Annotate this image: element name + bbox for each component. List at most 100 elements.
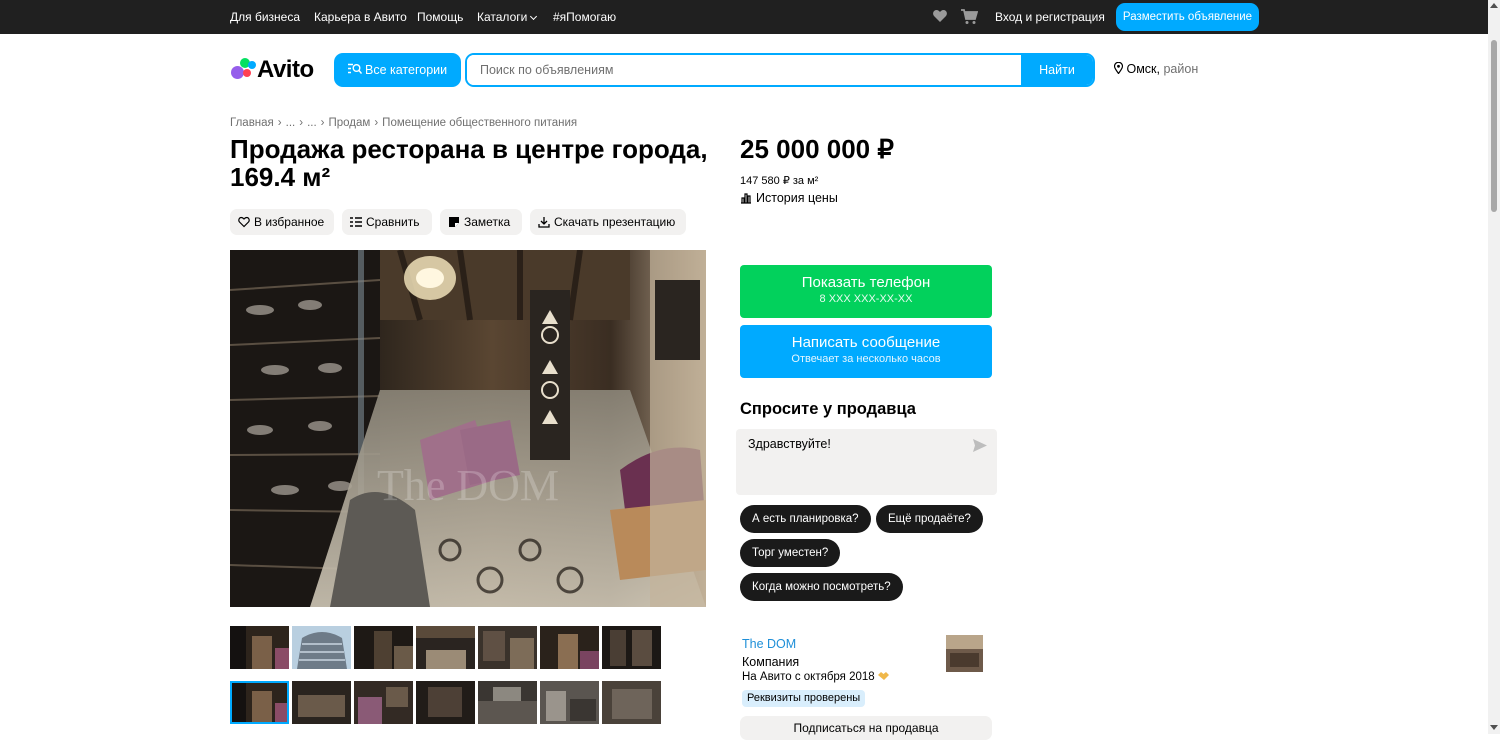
thumbnail-image	[354, 626, 413, 669]
quick-question-chip[interactable]: Когда можно посмотреть?	[740, 573, 903, 601]
seller-avatar-image	[946, 635, 983, 672]
thumbnail-image	[478, 681, 537, 724]
breadcrumb-item[interactable]: ...	[307, 117, 317, 129]
thumbnail-image	[292, 681, 351, 724]
thumbnail-image	[540, 626, 599, 669]
thumbnail[interactable]	[602, 681, 661, 724]
price-per-m2: 147 580 ₽ за м²	[740, 175, 819, 187]
thumbnail[interactable]	[416, 626, 475, 669]
thumbnail-image	[292, 626, 351, 669]
city-label: Омск,	[1126, 62, 1160, 76]
thumbnail-image	[416, 626, 475, 669]
location-selector[interactable]: Омск, район	[1113, 61, 1199, 76]
price: 25 000 000 ₽	[740, 134, 894, 164]
write-message-label: Написать сообщение	[791, 334, 941, 351]
thumbnail[interactable]	[230, 626, 289, 669]
download-icon	[538, 217, 550, 228]
thumbnail-image	[416, 681, 475, 724]
thumbnail-image	[602, 626, 661, 669]
location-pin-icon	[1113, 61, 1124, 75]
thumbnail-image	[602, 681, 661, 724]
thumbnail[interactable]	[354, 681, 413, 724]
breadcrumb: Главная ›... ›... › Продам › Помещение обществ…	[230, 117, 578, 129]
breadcrumb-item[interactable]: Главная	[230, 117, 274, 129]
scrollbar-thumb[interactable]	[1491, 40, 1497, 212]
seller-since: На Авито с октября 2018	[742, 671, 889, 683]
thumbnail[interactable]	[292, 626, 351, 669]
favorite-button[interactable]: В избранное	[230, 209, 334, 235]
compare-label: Сравнить	[366, 215, 420, 229]
download-presentation-button[interactable]: Скачать презентацию	[530, 209, 686, 235]
breadcrumb-item[interactable]: Продам	[329, 117, 371, 129]
photo-watermark: The DOM	[377, 461, 559, 510]
heart-outline-icon	[238, 216, 250, 228]
catalogs-label: Каталоги	[477, 10, 528, 24]
show-phone-label: Показать телефон	[801, 274, 931, 291]
seller-avatar[interactable]	[946, 635, 983, 672]
compare-button[interactable]: Сравнить	[342, 209, 432, 235]
seller-type: Компания	[742, 655, 800, 669]
thumbnail-active[interactable]	[230, 681, 289, 724]
thumbnail[interactable]	[292, 681, 351, 724]
tag-link[interactable]: #яПомогаю	[553, 10, 616, 24]
chevron-down-icon	[530, 12, 538, 21]
quick-question-chip[interactable]: Ещё продаёте?	[876, 505, 983, 533]
career-link[interactable]: Карьера в Авито	[314, 10, 407, 24]
thumbnail[interactable]	[478, 681, 537, 724]
quick-question-chip[interactable]: Торг уместен?	[740, 539, 841, 567]
phone-mask: 8 XXX XXX-XX-XX	[819, 293, 913, 305]
search-input[interactable]	[467, 55, 1023, 85]
cart-icon[interactable]	[960, 8, 978, 25]
find-button[interactable]: Найти	[1021, 55, 1093, 85]
ask-seller-input[interactable]: Здравствуйте!	[736, 429, 997, 495]
thumbnail[interactable]	[540, 681, 599, 724]
title-line-1: Продажа ресторана в центре города,	[230, 134, 708, 164]
catalogs-menu[interactable]: Каталоги	[477, 10, 538, 24]
title-line-2: 169.4 м²	[230, 162, 331, 192]
logo-text: Avito	[257, 56, 314, 83]
note-button[interactable]: Заметка	[440, 209, 522, 235]
write-message-button[interactable]: Написать сообщение Отвечает за несколько…	[740, 325, 992, 378]
price-history-link[interactable]: История цены	[740, 191, 838, 205]
note-icon	[449, 217, 459, 227]
breadcrumb-item[interactable]: Помещение общественного питания	[382, 117, 577, 129]
handshake-icon	[877, 672, 889, 680]
thumbnail[interactable]	[478, 626, 537, 669]
seller-name-link[interactable]: The DOM	[742, 637, 796, 651]
restaurant-photo-image: The DOM	[230, 250, 706, 607]
seller-since-text: На Авито с октября 2018	[742, 671, 875, 683]
thumbnail[interactable]	[354, 626, 413, 669]
breadcrumb-item[interactable]: ...	[286, 117, 296, 129]
send-icon[interactable]	[973, 439, 987, 452]
thumbnail-image	[230, 626, 289, 669]
note-label: Заметка	[464, 215, 511, 229]
all-categories-button[interactable]: Все категории	[334, 53, 461, 87]
logo-dots-icon	[230, 56, 256, 82]
business-link[interactable]: Для бизнеса	[230, 10, 300, 24]
verified-badge: Реквизиты проверены	[742, 690, 866, 707]
help-link[interactable]: Помощь	[417, 10, 463, 24]
subscribe-seller-button[interactable]: Подписаться на продавца	[740, 716, 992, 740]
top-bar: Для бизнеса Карьера в Авито Помощь Катал…	[0, 0, 1488, 34]
all-categories-label: Все категории	[365, 63, 448, 77]
login-link[interactable]: Вход и регистрация	[995, 10, 1105, 24]
main-photo[interactable]: The DOM	[230, 250, 706, 607]
download-label: Скачать презентацию	[554, 215, 676, 229]
response-time: Отвечает за несколько часов	[791, 353, 941, 365]
post-ad-button[interactable]: Разместить объявление	[1116, 3, 1259, 31]
compare-icon	[350, 217, 362, 227]
scroll-down-arrow[interactable]	[1490, 725, 1498, 730]
chart-icon	[741, 193, 751, 204]
thumbnail[interactable]	[416, 681, 475, 724]
heart-icon[interactable]	[932, 8, 948, 24]
thumbnail[interactable]	[602, 626, 661, 669]
show-phone-button[interactable]: Показать телефон 8 XXX XXX-XX-XX	[740, 265, 992, 318]
price-history-label: История цены	[756, 191, 838, 205]
scroll-up-arrow[interactable]	[1490, 3, 1498, 8]
district-label: район	[1163, 62, 1199, 76]
thumbnail-image	[230, 681, 289, 724]
quick-question-chip[interactable]: А есть планировка?	[740, 505, 871, 533]
thumbnail[interactable]	[540, 626, 599, 669]
thumbnail-image	[540, 681, 599, 724]
thumbnail-image	[354, 681, 413, 724]
